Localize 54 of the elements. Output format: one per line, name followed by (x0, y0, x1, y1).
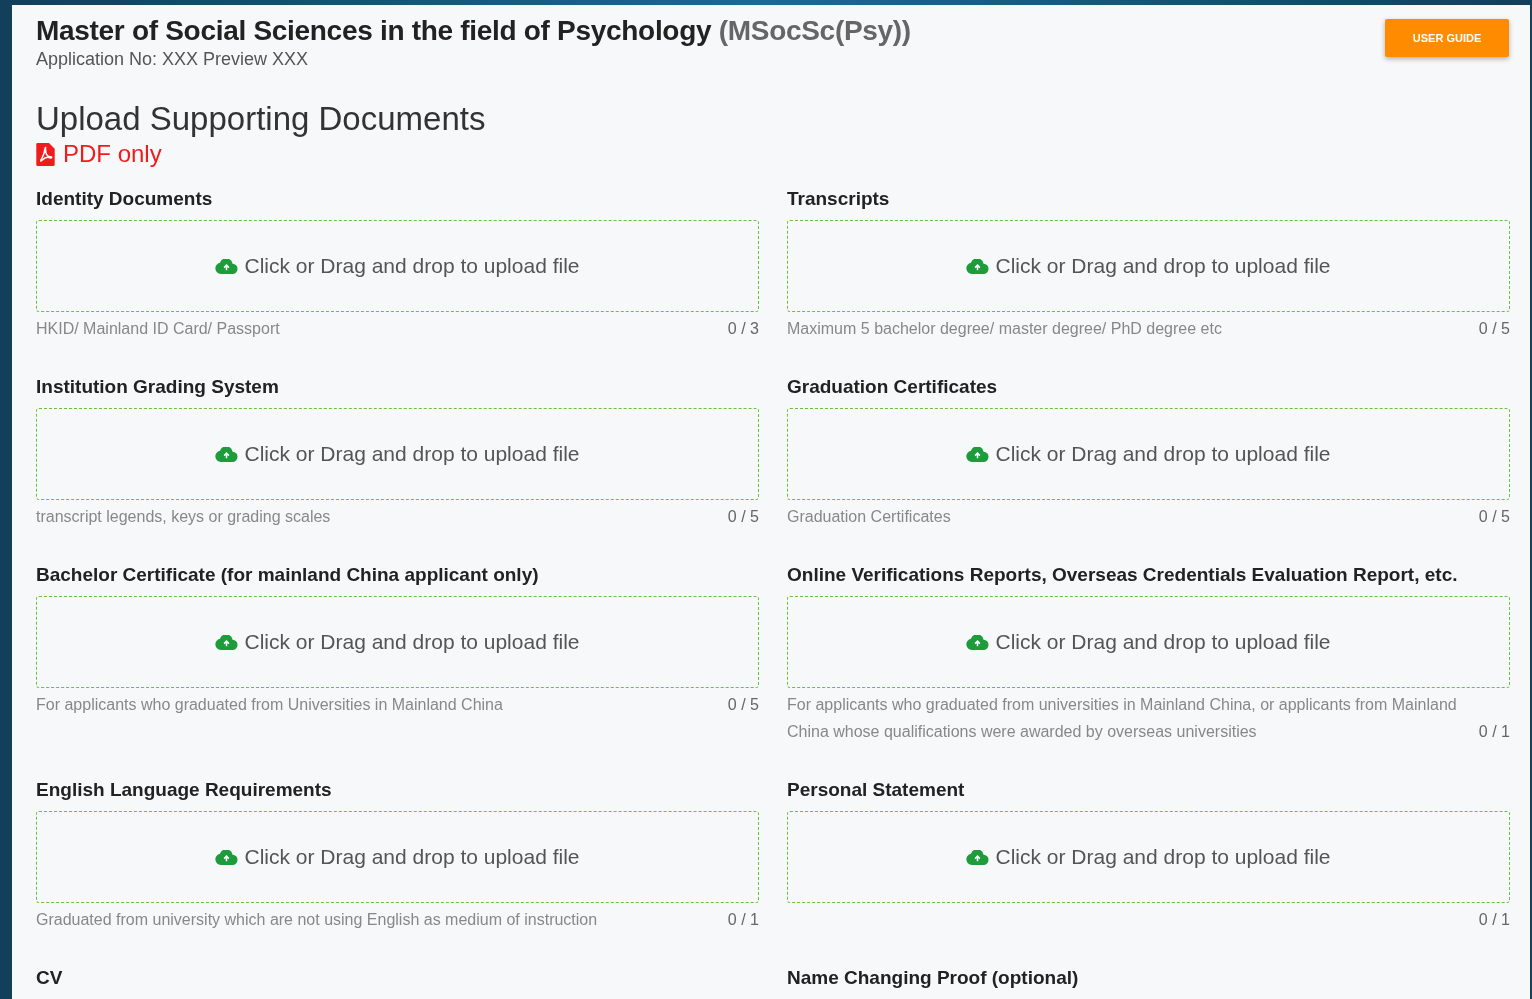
application-number: Application No: XXX Preview XXX (36, 49, 310, 70)
cloud-upload-icon (966, 446, 990, 462)
program-title: Master of Social Sciences in the field of Psychology (MSocSc(Psy)) (36, 15, 911, 47)
field-hint: Graduated from university which are not using English as medium of instruction (36, 910, 598, 930)
field-label: Personal Statement (787, 779, 966, 801)
field-label: Graduation Certificates (787, 376, 999, 398)
file-count: 0 / 1 (1478, 910, 1510, 930)
upload-dropzone[interactable]: Click or Drag and drop to upload file (36, 220, 759, 312)
upload-prompt: Click or Drag and drop to upload file (995, 254, 1331, 278)
field-hint: For applicants who graduated from universities in Mainland China, or applicants from Mainland China whose qualifications were awarded by overseas universities (787, 695, 1458, 742)
field-hint: For applicants who graduated from Universities in Mainland China (36, 695, 503, 715)
file-count: 0 / 5 (1478, 507, 1510, 527)
upload-prompt: Click or Drag and drop to upload file (995, 442, 1331, 466)
upload-dropzone[interactable]: Click or Drag and drop to upload file (787, 811, 1510, 903)
field-label: Identity Documents (36, 188, 214, 210)
field-label: Bachelor Certificate (for mainland China applicant only) (36, 564, 540, 586)
upload-dropzone[interactable]: Click or Drag and drop to upload file (787, 408, 1510, 500)
field-label: Online Verifications Reports, Overseas Credentials Evaluation Report, etc. (787, 564, 1459, 586)
file-count: 0 / 5 (727, 507, 759, 527)
section-title: Upload Supporting Documents (36, 100, 487, 138)
cloud-upload-icon (966, 258, 990, 274)
field-label: English Language Requirements (36, 779, 333, 801)
field-hint: transcript legends, keys or grading scales (36, 507, 331, 527)
upload-dropzone[interactable]: Click or Drag and drop to upload file (36, 408, 759, 500)
field-label: Name Changing Proof (optional) (787, 967, 1080, 989)
upload-prompt: Click or Drag and drop to upload file (995, 630, 1331, 654)
file-count: 0 / 3 (727, 319, 759, 339)
file-count: 0 / 1 (1478, 722, 1510, 742)
field-hint: Graduation Certificates (787, 507, 951, 527)
file-count: 0 / 5 (1478, 319, 1510, 339)
upload-prompt: Click or Drag and drop to upload file (995, 845, 1331, 869)
upload-prompt: Click or Drag and drop to upload file (244, 630, 580, 654)
field-label: Institution Grading System (36, 376, 280, 398)
field-label: CV (36, 967, 64, 989)
upload-prompt: Click or Drag and drop to upload file (244, 442, 580, 466)
pdf-file-icon (36, 142, 55, 166)
cloud-upload-icon (215, 446, 239, 462)
cloud-upload-icon (966, 849, 990, 865)
file-count: 0 / 5 (727, 695, 759, 715)
file-count: 0 / 1 (727, 910, 759, 930)
upload-dropzone[interactable]: Click or Drag and drop to upload file (36, 596, 759, 688)
cloud-upload-icon (966, 634, 990, 650)
upload-prompt: Click or Drag and drop to upload file (244, 254, 580, 278)
field-label: Transcripts (787, 188, 891, 210)
upload-dropzone[interactable]: Click or Drag and drop to upload file (787, 596, 1510, 688)
cloud-upload-icon (215, 258, 239, 274)
upload-dropzone[interactable]: Click or Drag and drop to upload file (787, 220, 1510, 312)
field-hint: HKID/ Mainland ID Card/ Passport (36, 319, 280, 339)
cloud-upload-icon (215, 634, 239, 650)
cloud-upload-icon (215, 849, 239, 865)
upload-prompt: Click or Drag and drop to upload file (244, 845, 580, 869)
format-note: PDF only (63, 140, 162, 168)
field-hint: Maximum 5 bachelor degree/ master degree/ PhD degree etc (787, 319, 1222, 339)
upload-dropzone[interactable]: Click or Drag and drop to upload file (36, 811, 759, 903)
